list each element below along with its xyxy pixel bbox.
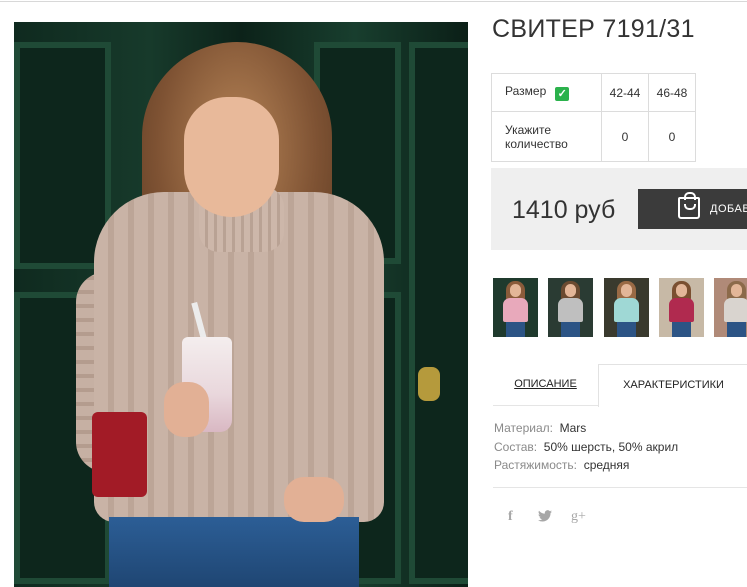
product-tabs: ОПИСАНИЕ ХАРАКТЕРИСТИКИ bbox=[493, 364, 747, 407]
thumbnail-head bbox=[676, 284, 687, 297]
thumbnail-image[interactable] bbox=[659, 278, 704, 337]
tab-description[interactable]: ОПИСАНИЕ bbox=[493, 364, 598, 406]
spec-row: Материал: Mars bbox=[494, 419, 678, 438]
add-to-cart-button[interactable]: ДОБАВИТЬ bbox=[638, 189, 747, 229]
price-panel: 1410 руб ДОБАВИТЬ bbox=[491, 168, 747, 250]
photo-model-hand bbox=[284, 477, 344, 522]
thumbnail-jeans bbox=[617, 322, 636, 337]
thumbnail-image[interactable] bbox=[604, 278, 649, 337]
characteristics-list: Материал: Mars Состав: 50% шерсть, 50% а… bbox=[494, 419, 678, 475]
spec-value: средняя bbox=[583, 458, 630, 472]
google-plus-icon[interactable]: g+ bbox=[571, 509, 586, 525]
product-title: СВИТЕР 7191/31 bbox=[492, 15, 695, 43]
size-label-cell: Размер ✓ bbox=[491, 73, 602, 112]
thumbnail-jeans bbox=[561, 322, 580, 337]
thumbnail-image[interactable] bbox=[548, 278, 593, 337]
quantity-input[interactable]: 0 bbox=[648, 111, 696, 162]
thumbnail-jeans bbox=[672, 322, 691, 337]
price-value: 1410 руб bbox=[512, 196, 616, 224]
photo-door-panel bbox=[409, 42, 468, 584]
spec-value: 50% шерсть, 50% акрил bbox=[543, 439, 679, 454]
thumbnail-head bbox=[510, 284, 521, 297]
spec-key: Состав: bbox=[494, 439, 538, 454]
thumbnail-head bbox=[565, 284, 576, 297]
thumbnail-head bbox=[731, 284, 742, 297]
checkmark-icon: ✓ bbox=[555, 87, 570, 101]
thumbnail-sweater bbox=[669, 298, 694, 322]
quantity-input[interactable]: 0 bbox=[601, 111, 649, 162]
size-option[interactable]: 46-48 bbox=[648, 73, 696, 112]
facebook-icon[interactable]: f bbox=[508, 509, 513, 525]
spec-value: Mars bbox=[559, 421, 587, 435]
thumbnail-image[interactable] bbox=[714, 278, 747, 337]
quantity-label: Укажите количество bbox=[491, 111, 602, 162]
size-label: Размер bbox=[505, 84, 547, 98]
twitter-icon[interactable] bbox=[538, 509, 552, 525]
thumbnail-sweater bbox=[558, 298, 583, 322]
photo-door-knob bbox=[418, 367, 440, 401]
spec-key: Растяжимость: bbox=[494, 458, 578, 472]
thumbnail-sweater bbox=[724, 298, 747, 322]
shopping-bag-icon bbox=[678, 192, 700, 219]
size-option[interactable]: 42-44 bbox=[601, 73, 649, 112]
spec-row: Растяжимость: средняя bbox=[494, 456, 678, 475]
thumbnail-head bbox=[621, 284, 632, 297]
photo-door-panel bbox=[14, 42, 111, 269]
size-quantity-table: Размер ✓ 42-44 46-48 Укажите количество 0… bbox=[491, 73, 696, 162]
product-photo[interactable] bbox=[14, 22, 468, 587]
divider bbox=[493, 487, 747, 488]
quantity-row: Укажите количество 0 0 bbox=[491, 111, 696, 162]
spec-key: Материал: bbox=[494, 421, 553, 435]
thumbnail-sweater bbox=[503, 298, 528, 322]
add-to-cart-label: ДОБАВИТЬ bbox=[710, 203, 747, 215]
thumbnail-sweater bbox=[614, 298, 639, 322]
tab-characteristics[interactable]: ХАРАКТЕРИСТИКИ bbox=[598, 364, 747, 407]
thumbnail-image[interactable] bbox=[493, 278, 538, 337]
thumbnail-jeans bbox=[727, 322, 746, 337]
twitter-bird-icon bbox=[538, 510, 552, 522]
thumbnail-jeans bbox=[506, 322, 525, 337]
photo-red-bag bbox=[92, 412, 147, 497]
top-divider bbox=[0, 1, 747, 2]
spec-row: Состав: 50% шерсть, 50% акрил bbox=[494, 438, 678, 457]
size-row: Размер ✓ 42-44 46-48 bbox=[491, 73, 696, 112]
photo-model-hand bbox=[164, 382, 209, 437]
photo-jeans bbox=[109, 517, 359, 587]
photo-model-face bbox=[184, 97, 279, 217]
